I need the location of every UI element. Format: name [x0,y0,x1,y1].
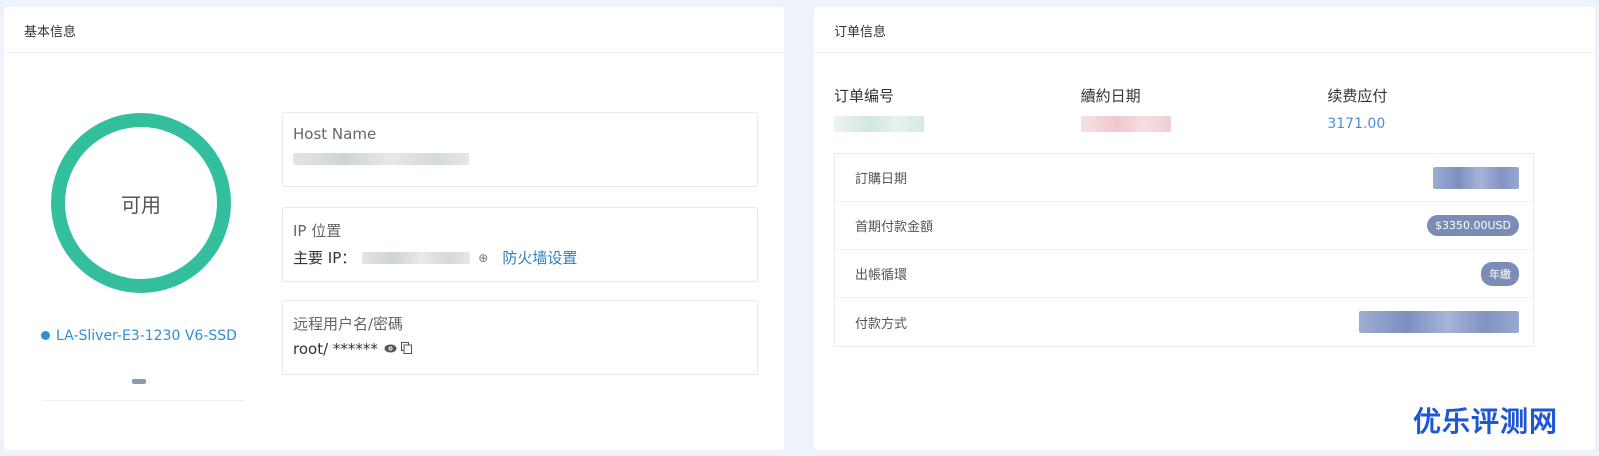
panel-title: 订单信息 [814,7,1595,53]
order-date-redacted [1433,166,1519,189]
renew-fee-label: 续费应付 [1327,87,1388,105]
table-row: 首期付款金額 $3350.00USD [835,202,1533,250]
row-label: 首期付款金額 [855,220,934,235]
basic-info-panel: 基本信息 可用 LA-Sliver-E3-1230 V6-SSD Host Na… [4,7,784,450]
table-row: 出帳循環 年繳 [835,250,1533,298]
primary-ip-label: 主要 IP： [293,249,357,267]
plan-name-text: LA-Sliver-E3-1230 V6-SSD [56,328,237,344]
row-label: 付款方式 [855,316,908,332]
firewall-settings-link[interactable]: 防火墙设置 [502,247,577,268]
copy-icon[interactable] [400,341,412,357]
remote-credentials-box: 远程用户名/密碼 root/ ****** [282,300,758,375]
collapse-handle[interactable] [132,379,146,384]
order-number-col: 订单编号 [834,85,1081,136]
payment-method-redacted [1359,311,1519,333]
renew-date-redacted [1080,116,1171,132]
panel-title: 基本信息 [4,7,784,53]
order-number-label: 订单编号 [834,87,895,105]
remote-credentials-label: 远程用户名/密碼 [293,315,404,333]
table-row: 訂購日期 [835,154,1533,202]
host-name-value-redacted [293,153,469,165]
order-number-redacted [834,116,924,132]
ip-label: IP 位置 [293,222,342,240]
plus-circle-icon[interactable]: ⊕ [478,251,488,265]
billing-cycle-badge: 年繳 [1481,261,1519,286]
renew-fee-col: 续费应付 3171.00 [1327,85,1574,136]
watermark: 优乐评测网 [1413,405,1559,438]
divider [42,400,244,401]
renew-fee-value: 3171.00 [1327,116,1386,132]
renew-date-col: 續約日期 [1080,85,1328,136]
ip-box: IP 位置 主要 IP： ⊕ 防火墙设置 [282,207,758,282]
renew-date-label: 續約日期 [1080,87,1141,105]
status-text: 可用 [121,192,161,217]
status-ring: 可用 [51,113,231,293]
table-row: 付款方式 [835,298,1533,346]
order-detail-table: 訂購日期 首期付款金額 $3350.00USD 出帳循環 年繳 付款方式 [834,153,1534,347]
order-summary: 订单编号 續約日期 续费应付 3171.00 [834,85,1574,136]
status-dot-icon [41,331,51,340]
first-payment-badge: $3350.00USD [1427,215,1519,236]
plan-name[interactable]: LA-Sliver-E3-1230 V6-SSD [34,325,244,347]
remote-credentials-value: root/ ****** [293,340,378,358]
eye-icon[interactable] [384,342,397,356]
primary-ip-value-redacted [362,251,471,264]
host-name-label: Host Name [293,125,377,143]
order-info-panel: 订单信息 订单编号 續約日期 续费应付 3171.00 訂購日期 首期付款金額 … [814,7,1595,450]
row-label: 訂購日期 [855,172,908,187]
row-label: 出帳循環 [855,268,908,283]
host-name-box: Host Name [282,112,758,187]
